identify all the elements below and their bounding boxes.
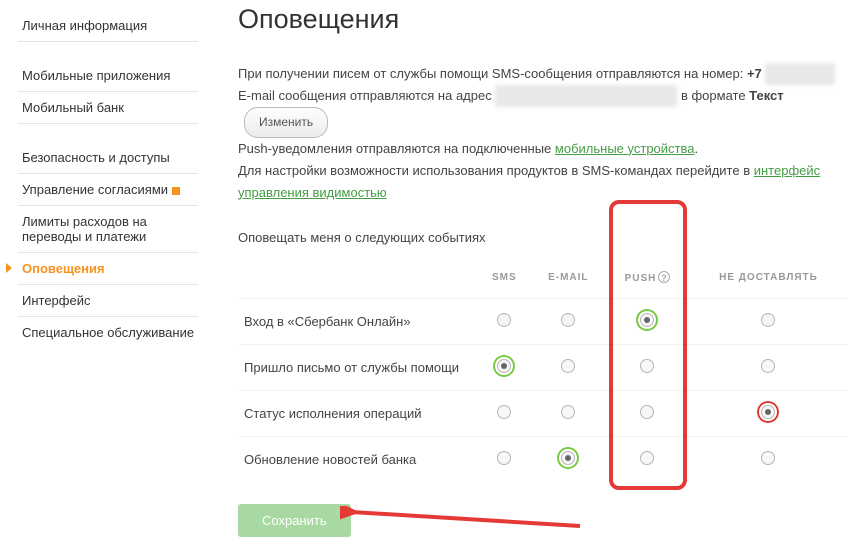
sidebar-item-personal-info[interactable]: Личная информация	[18, 10, 198, 42]
email-suffix: в формате	[677, 88, 749, 103]
page-title: Оповещения	[238, 4, 848, 35]
sidebar-item-label: Специальное обслуживание	[22, 325, 194, 340]
radio-sms[interactable]	[497, 405, 511, 419]
radio-push[interactable]	[640, 405, 654, 419]
change-button[interactable]: Изменить	[244, 107, 328, 137]
sidebar-item-label: Управление согласиями	[22, 182, 168, 197]
sidebar-item-special-service[interactable]: Специальное обслуживание	[18, 317, 198, 348]
email-text: E-mail сообщения отправляются на адрес	[238, 88, 495, 103]
sidebar-item-label: Личная информация	[22, 18, 147, 33]
sidebar-item-label: Мобильные приложения	[22, 68, 170, 83]
col-none: НЕ ДОСТАВЛЯТЬ	[689, 263, 848, 299]
radio-none[interactable]	[761, 451, 775, 465]
radio-sms[interactable]	[497, 359, 511, 373]
help-icon[interactable]: ?	[658, 271, 670, 283]
radio-email[interactable]	[561, 405, 575, 419]
notifications-table: SMS E-MAIL PUSH? НЕ ДОСТАВЛЯТЬ Вход в «С…	[238, 263, 848, 482]
radio-push[interactable]	[640, 451, 654, 465]
phone-prefix: +7	[747, 66, 762, 81]
sidebar-item-limits[interactable]: Лимиты расходов на переводы и платежи	[18, 206, 198, 253]
push-text: Push-уведомления отправляются на подключ…	[238, 141, 555, 156]
radio-none[interactable]	[761, 405, 775, 419]
visibility-text: Для настройки возможности использования …	[238, 163, 754, 178]
col-event	[238, 263, 478, 299]
row-label: Вход в «Сбербанк Онлайн»	[238, 298, 478, 344]
sidebar-item-notifications[interactable]: Оповещения	[18, 253, 198, 285]
sidebar-item-label: Безопасность и доступы	[22, 150, 170, 165]
sms-text: При получении писем от службы помощи SMS…	[238, 66, 747, 81]
email-format: Текст	[749, 88, 783, 103]
radio-none[interactable]	[761, 313, 775, 327]
sidebar-item-label: Лимиты расходов на переводы и платежи	[22, 214, 147, 244]
radio-push[interactable]	[640, 359, 654, 373]
radio-sms[interactable]	[497, 313, 511, 327]
radio-push[interactable]	[640, 313, 654, 327]
sidebar-item-security[interactable]: Безопасность и доступы	[18, 142, 198, 174]
sidebar-item-label: Интерфейс	[22, 293, 90, 308]
radio-email[interactable]	[561, 313, 575, 327]
table-row: Статус исполнения операций	[238, 390, 848, 436]
main-content: Оповещения При получении писем от службы…	[198, 0, 868, 537]
row-label: Обновление новостей банка	[238, 436, 478, 482]
row-label: Статус исполнения операций	[238, 390, 478, 436]
save-button[interactable]: Сохранить	[238, 504, 351, 537]
phone-hidden: XXXXXXXX	[765, 63, 834, 85]
sidebar-item-label: Мобильный банк	[22, 100, 124, 115]
col-push: PUSH?	[606, 263, 689, 299]
sidebar-item-interface[interactable]: Интерфейс	[18, 285, 198, 317]
sidebar-item-label: Оповещения	[22, 261, 105, 276]
sidebar-item-consents[interactable]: Управление согласиями	[18, 174, 198, 206]
sidebar: Личная информация Мобильные приложения М…	[0, 0, 198, 537]
radio-none[interactable]	[761, 359, 775, 373]
email-hidden: xxxxxxxxxxxxxxxxxxxxxxxxxxxx	[495, 85, 677, 107]
intro-block: При получении писем от службы помощи SMS…	[238, 63, 848, 204]
col-sms: SMS	[478, 263, 531, 299]
radio-email[interactable]	[561, 359, 575, 373]
table-row: Обновление новостей банка	[238, 436, 848, 482]
sidebar-item-mobile-apps[interactable]: Мобильные приложения	[18, 60, 198, 92]
mobile-devices-link[interactable]: мобильные устройства	[555, 141, 695, 156]
radio-email[interactable]	[561, 451, 575, 465]
table-row: Пришло письмо от службы помощи	[238, 344, 848, 390]
col-email: E-MAIL	[531, 263, 606, 299]
sidebar-item-mobile-bank[interactable]: Мобильный банк	[18, 92, 198, 124]
radio-sms[interactable]	[497, 451, 511, 465]
row-label: Пришло письмо от службы помощи	[238, 344, 478, 390]
section-label: Оповещать меня о следующих событиях	[238, 230, 848, 245]
flag-icon	[172, 187, 180, 195]
table-row: Вход в «Сбербанк Онлайн»	[238, 298, 848, 344]
